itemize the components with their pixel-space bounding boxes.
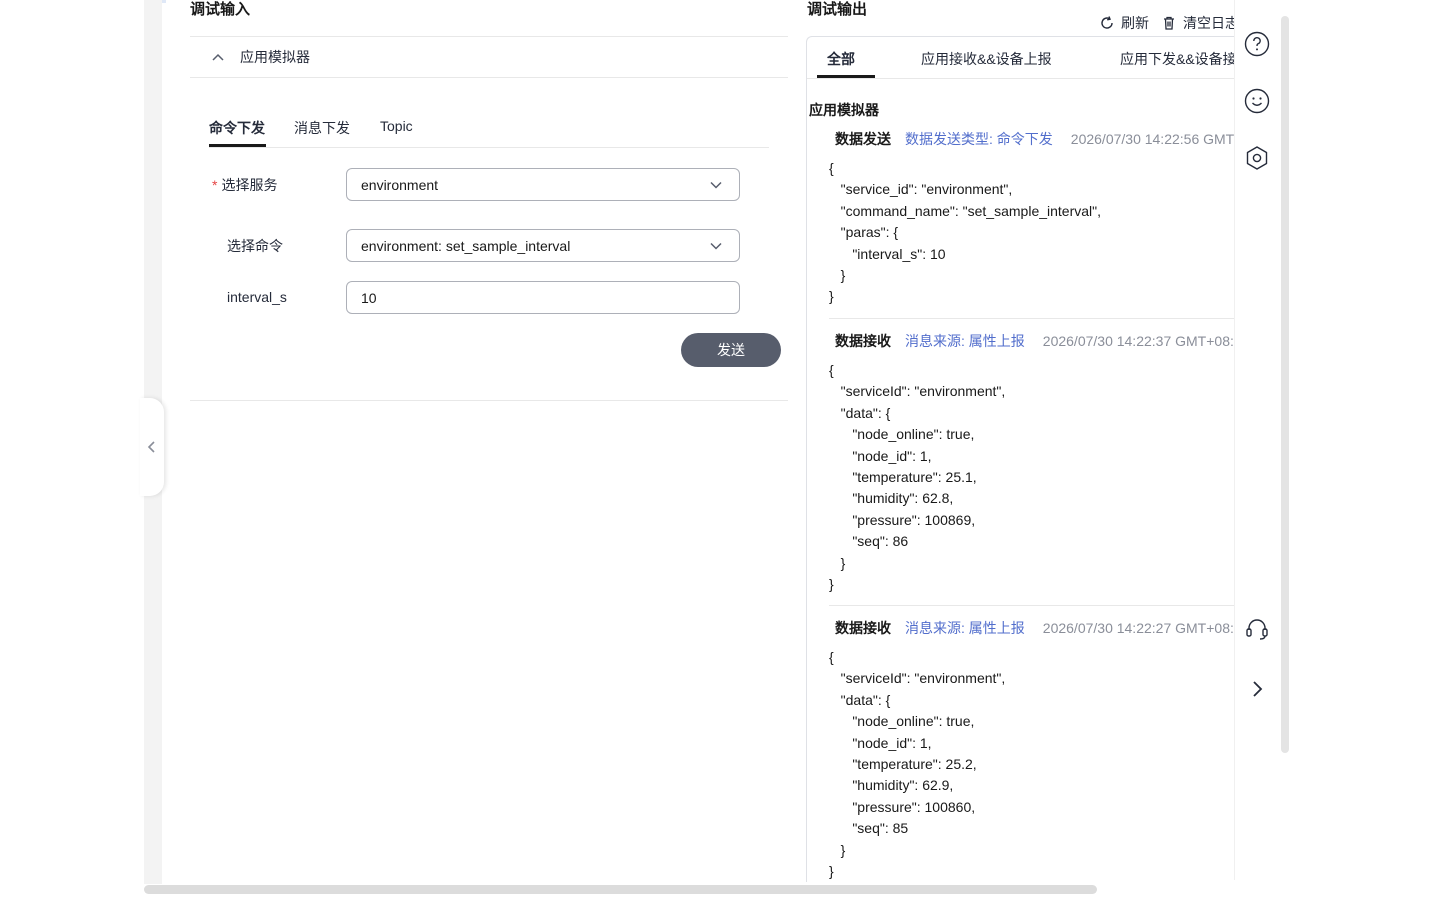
debug-input-heading: 调试输入 <box>190 1 251 18</box>
log-line: "temperature": 25.1, <box>829 468 977 485</box>
device-debug-page: 调试输入 应用模拟器 命令下发 消息下发 Topic * 选择服务 environ… <box>0 0 1440 900</box>
interval-input[interactable]: 10 <box>346 281 740 314</box>
collapse-sidebar-handle[interactable] <box>140 398 164 496</box>
log-source-link[interactable]: 消息来源: 属性上报 <box>905 618 1025 638</box>
chevron-up-icon <box>212 53 224 61</box>
log-line: "data": { <box>829 691 891 708</box>
log-type: 数据接收 <box>835 620 891 636</box>
log-line: "paras": { <box>829 224 899 241</box>
send-button[interactable]: 发送 <box>681 333 781 367</box>
clear-log-button[interactable]: 清空日志 <box>1161 13 1234 33</box>
command-select[interactable]: environment: set_sample_interval <box>346 229 740 262</box>
settings-icon[interactable] <box>1244 145 1270 171</box>
log-separator <box>829 605 1236 606</box>
log-line: "node_id": 1, <box>829 734 932 751</box>
select-command-label: 选择命令 <box>227 238 283 254</box>
vertical-scrollbar[interactable] <box>1281 16 1289 753</box>
log-separator <box>829 318 1236 319</box>
service-select[interactable]: environment <box>346 168 740 201</box>
log-line: } <box>829 266 846 283</box>
simulator-title: 应用模拟器 <box>240 49 310 65</box>
log-line: "node_online": true, <box>829 426 975 443</box>
log-entry: 数据发送 数据发送类型: 命令下发 2026/07/30 14:22:56 GM… <box>829 128 1236 308</box>
right-tool-bar <box>1234 0 1276 880</box>
log-line: { <box>829 362 834 378</box>
chevron-left-icon <box>147 441 155 453</box>
tab-message-send[interactable]: 消息下发 <box>294 118 350 138</box>
active-tab-indicator <box>209 144 266 147</box>
interval-input-value: 10 <box>361 289 377 306</box>
log-line: } <box>829 288 834 305</box>
log-timestamp: 2026/07/30 14:22:37 GMT+08:00 <box>1042 333 1236 349</box>
log-line: { <box>829 649 834 665</box>
select-service-text: 选择服务 <box>221 177 278 193</box>
tab-all[interactable]: 全部 <box>827 49 855 69</box>
tab-app-receive-device-report[interactable]: 应用接收&&设备上报 <box>921 49 1052 69</box>
tab-command-send[interactable]: 命令下发 <box>209 118 265 138</box>
service-select-value: environment <box>361 176 439 193</box>
log-timestamp: 2026/07/30 14:22:56 GMT+08:00 <box>1070 131 1236 147</box>
log-line: } <box>829 554 846 571</box>
input-tabs: 命令下发 消息下发 Topic <box>209 108 769 148</box>
required-mark: * <box>212 177 218 193</box>
log-line: { <box>829 160 834 176</box>
command-select-value: environment: set_sample_interval <box>361 237 571 254</box>
log-line: "command_name": "set_sample_interval", <box>829 202 1102 219</box>
log-line: "serviceId": "environment", <box>829 383 1006 400</box>
log-timestamp: 2026/07/30 14:22:27 GMT+08:00 <box>1042 620 1236 636</box>
trash-icon <box>1164 16 1174 30</box>
refresh-button[interactable]: 刷新 <box>1099 13 1149 33</box>
log-payload: { "service_id": "environment", "command_… <box>829 158 1236 308</box>
log-source-link[interactable]: 数据发送类型: 命令下发 <box>905 129 1053 149</box>
select-service-label: * 选择服务 <box>212 175 277 195</box>
tab-app-send-device-receive[interactable]: 应用下发&&设备接收 <box>1120 49 1236 69</box>
log-line: "temperature": 25.2, <box>829 755 977 772</box>
log-line: "data": { <box>829 404 891 421</box>
log-entry-header: 数据接收 消息来源: 属性上报 2026/07/30 14:22:27 GMT+… <box>829 617 1236 639</box>
log-line: "interval_s": 10 <box>829 245 946 262</box>
simulator-collapse-header[interactable]: 应用模拟器 <box>190 36 788 78</box>
log-line: "pressure": 100860, <box>829 798 976 815</box>
log-line: "humidity": 62.9, <box>829 777 954 794</box>
interval-param-label: interval_s <box>227 289 287 305</box>
log-type: 数据接收 <box>835 333 891 349</box>
debug-output-heading: 调试输出 <box>807 1 868 18</box>
log-line: "seq": 85 <box>829 820 909 837</box>
customer-service-icon[interactable] <box>1244 616 1270 642</box>
clear-log-label: 清空日志 <box>1183 15 1234 31</box>
feedback-smile-icon[interactable] <box>1244 88 1270 114</box>
log-line: "node_online": true, <box>829 713 975 730</box>
log-line: } <box>829 841 846 858</box>
log-entry-header: 数据接收 消息来源: 属性上报 2026/07/30 14:22:37 GMT+… <box>829 330 1236 352</box>
log-type: 数据发送 <box>835 131 891 147</box>
log-payload: { "serviceId": "environment", "data": { … <box>829 647 1236 882</box>
tabs-divider <box>807 78 1236 79</box>
log-line: "humidity": 62.8, <box>829 490 954 507</box>
log-payload: { "serviceId": "environment", "data": { … <box>829 360 1236 595</box>
divider <box>190 400 788 401</box>
log-line: "node_id": 1, <box>829 447 932 464</box>
log-line: "serviceId": "environment", <box>829 670 1006 687</box>
log-line: "service_id": "environment", <box>829 181 1013 198</box>
help-icon[interactable] <box>1244 31 1270 57</box>
debug-output-panel: 全部 应用接收&&设备上报 应用下发&&设备接收 应用模拟器 数据发送 数据发送… <box>806 36 1236 882</box>
chevron-down-icon <box>710 181 722 189</box>
log-entry: 数据接收 消息来源: 属性上报 2026/07/30 14:22:37 GMT+… <box>829 330 1236 595</box>
chevron-down-icon <box>710 242 722 250</box>
log-line: } <box>829 575 834 592</box>
horizontal-scrollbar[interactable] <box>144 885 1097 894</box>
log-line: } <box>829 862 834 879</box>
log-line: "seq": 86 <box>829 533 909 550</box>
log-line: "pressure": 100869, <box>829 511 976 528</box>
tab-topic[interactable]: Topic <box>380 118 413 134</box>
log-entry: 数据接收 消息来源: 属性上报 2026/07/30 14:22:27 GMT+… <box>829 617 1236 882</box>
log-source-link[interactable]: 消息来源: 属性上报 <box>905 331 1025 351</box>
refresh-icon <box>1101 16 1113 29</box>
log-section-title: 应用模拟器 <box>809 102 879 118</box>
log-entry-header: 数据发送 数据发送类型: 命令下发 2026/07/30 14:22:56 GM… <box>829 128 1236 150</box>
refresh-label: 刷新 <box>1121 15 1149 31</box>
expand-right-icon[interactable] <box>1244 676 1270 702</box>
clear-log-clip: 清空日志 <box>1161 0 1234 36</box>
